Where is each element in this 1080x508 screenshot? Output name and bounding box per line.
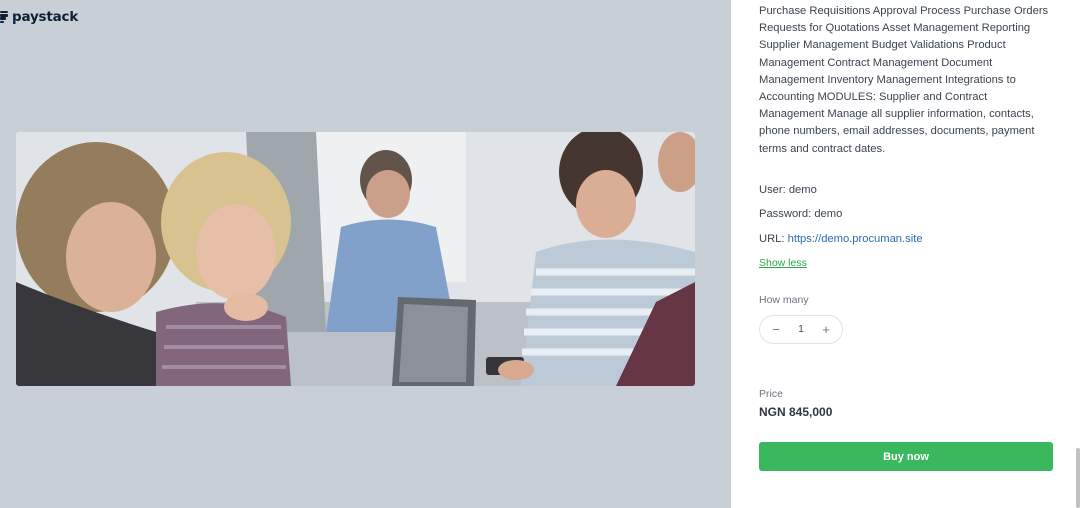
increment-icon[interactable]: +: [820, 322, 832, 337]
quantity-stepper[interactable]: − 1 +: [759, 315, 843, 344]
demo-url-label: URL:: [759, 233, 788, 245]
product-description: Purchase Requisitions Approval Process P…: [759, 5, 1049, 155]
demo-url-link[interactable]: https://demo.procuman.site: [788, 233, 923, 245]
decrement-icon[interactable]: −: [770, 322, 782, 337]
product-image-panel: paystack: [0, 0, 731, 508]
price-value: NGN 845,000: [759, 405, 833, 419]
scrollbar-thumb[interactable]: [1076, 448, 1080, 508]
quantity-value[interactable]: 1: [798, 324, 804, 335]
demo-user-text: User: demo: [759, 184, 817, 196]
product-details-panel: Purchase Requisitions Approval Process P…: [731, 0, 1080, 508]
brand-name: paystack: [12, 9, 79, 25]
brand-logo[interactable]: paystack: [0, 9, 78, 25]
price-label: Price: [759, 388, 783, 400]
demo-password-text: Password: demo: [759, 208, 843, 220]
show-less-link[interactable]: Show less: [759, 257, 807, 269]
quantity-label: How many: [759, 294, 809, 306]
product-hero-image: [16, 132, 695, 386]
paystack-logo-icon: [0, 11, 8, 23]
demo-url-row: URL: https://demo.procuman.site: [759, 233, 923, 245]
buy-now-button[interactable]: Buy now: [759, 442, 1053, 471]
